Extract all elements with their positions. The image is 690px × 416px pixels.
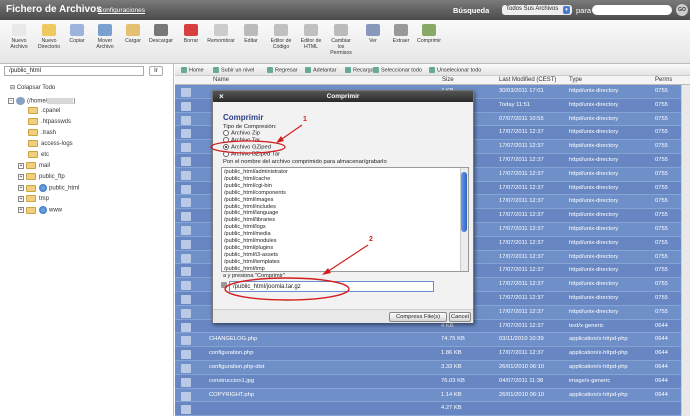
annotation-label-1: 1 — [303, 116, 307, 123]
annotation-label-2: 2 — [369, 236, 373, 243]
annotation-ellipse-1 — [210, 140, 286, 154]
annotation-arrow-2 — [326, 244, 369, 273]
annotation-overlay — [210, 124, 369, 301]
annotation-arrowhead-2 — [322, 268, 331, 275]
annotation-ellipse-2 — [224, 277, 350, 301]
annotation-arrowhead-1 — [276, 136, 284, 143]
